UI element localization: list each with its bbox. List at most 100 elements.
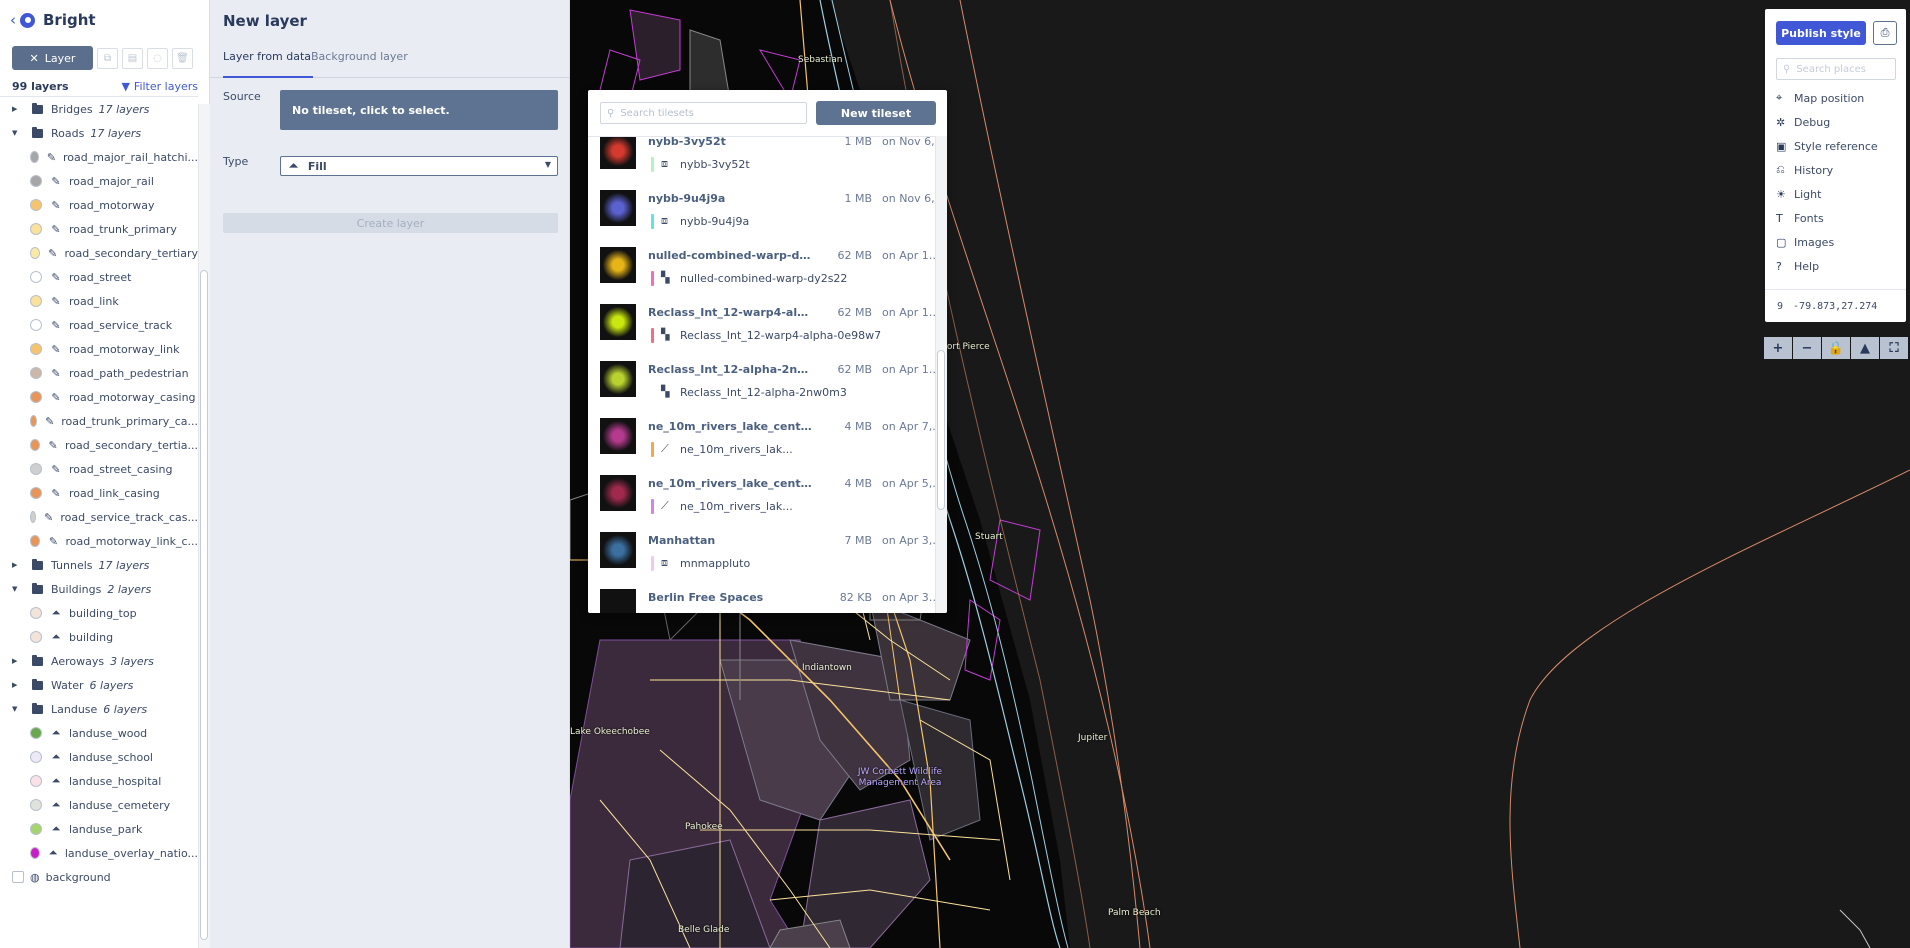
layer-item[interactable]: ✎ road_trunk_primary — [0, 217, 198, 241]
tileset-name[interactable]: nybb-9u4j9a — [648, 192, 813, 205]
fullscreen-icon[interactable]: ⛶ — [1880, 337, 1908, 359]
group-count: 6 layers — [103, 702, 148, 716]
layer-item[interactable]: ✎ road_service_track_cas... — [0, 505, 198, 529]
caret-right-icon[interactable]: ▶ — [12, 105, 24, 113]
create-layer-button[interactable]: Create layer — [223, 213, 558, 233]
caret-right-icon[interactable]: ▶ — [12, 681, 24, 689]
tileset-item[interactable]: nybb-3vy52t1 MBon Nov 6, 2017⧈nybb-3vy52… — [588, 137, 935, 186]
compass-icon[interactable]: ▲ — [1851, 337, 1879, 359]
tileset-name[interactable]: Manhattan — [648, 534, 813, 547]
chevron-left-icon[interactable]: ‹ — [10, 12, 16, 28]
tileset-name[interactable]: nybb-3vy52t — [648, 137, 813, 148]
layer-item[interactable]: ⏶ landuse_school — [0, 745, 198, 769]
layer-item[interactable]: ⏶ landuse_wood — [0, 721, 198, 745]
tileset-name[interactable]: nulled-combined-warp-dy2... — [648, 249, 813, 262]
tab-background-layer[interactable]: Background layer — [311, 40, 408, 78]
layer-item[interactable]: ✎ road_path_pedestrian — [0, 361, 198, 385]
layer-group[interactable]: ▶ Tunnels 17 layers — [0, 553, 198, 577]
layer-item[interactable]: ✎ road_motorway_link — [0, 337, 198, 361]
caret-right-icon[interactable]: ▶ — [12, 561, 24, 569]
tileset-item[interactable]: Manhattan7 MBon Apr 3, 2016⧈mnmappluto — [588, 528, 935, 585]
layer-group[interactable]: ▶ Bridges 17 layers — [0, 97, 198, 121]
layer-item[interactable]: ✎ road_motorway — [0, 193, 198, 217]
tileset-search-input[interactable]: ⚲ Search tilesets — [600, 102, 807, 124]
sidebar-scrollbar[interactable] — [200, 270, 208, 940]
layer-item[interactable]: ⏶ building_top — [0, 601, 198, 625]
layer-close-button[interactable]: ✕ Layer — [12, 46, 93, 70]
search-places-input[interactable]: ⚲ Search places — [1776, 58, 1896, 80]
layer-item[interactable]: ✎ road_link — [0, 289, 198, 313]
filter-layers-link[interactable]: ▼ Filter layers — [121, 80, 198, 93]
layer-item[interactable]: ✎ road_major_rail — [0, 169, 198, 193]
menu-item-map-position[interactable]: ⌖ Map position — [1776, 89, 1864, 107]
source-layer-name[interactable]: nybb-3vy52t — [680, 158, 750, 171]
hide-layer-icon[interactable]: ◌ — [147, 47, 168, 69]
caret-down-icon[interactable]: ▼ — [12, 129, 24, 137]
type-select[interactable]: ⏶ Fill ▼ — [280, 156, 558, 176]
layer-item[interactable]: ⏶ building — [0, 625, 198, 649]
tileset-list: nybb-3vy52t1 MBon Nov 6, 2017⧈nybb-3vy52… — [588, 136, 935, 613]
publish-style-button[interactable]: Publish style — [1776, 21, 1866, 45]
lock-icon[interactable]: 🔒 — [1822, 337, 1850, 359]
caret-down-icon[interactable]: ▼ — [12, 705, 24, 713]
layer-group[interactable]: ▶ Water 6 layers — [0, 673, 198, 697]
tileset-item[interactable]: Reclass_Int_12-alpha-2nw0... 62 MB on Apr … — [588, 357, 935, 414]
source-layer-name[interactable]: ne_10m_rivers_lak... — [680, 500, 793, 513]
tileset-item[interactable]: nulled-combined-warp-dy2... 62 MB on Apr 1… — [588, 243, 935, 300]
menu-item-help[interactable]: ? Help — [1776, 257, 1819, 275]
source-layer-name[interactable]: Reclass_Int_12-warp4-alpha-0e98w7 — [680, 329, 881, 342]
tileset-scrollbar[interactable] — [937, 350, 945, 510]
delete-layer-icon[interactable]: 🗑 — [172, 47, 193, 69]
tileset-item[interactable]: Reclass_Int_12-warp4-alpha-0...62 MBon A… — [588, 300, 935, 357]
menu-item-debug[interactable]: ✲ Debug — [1776, 113, 1830, 131]
source-layer-name[interactable]: nulled-combined-warp-dy2s22 — [680, 272, 847, 285]
layer-item[interactable]: ⏶ landuse_hospital — [0, 769, 198, 793]
tileset-name[interactable]: ne_10m_rivers_lake_centerline-... — [648, 477, 813, 490]
tab-layer-from-data[interactable]: Layer from data — [223, 40, 314, 78]
layer-group[interactable]: ▶ Aeroways 3 layers — [0, 649, 198, 673]
source-layer-name[interactable]: ne_10m_rivers_lak... — [680, 443, 793, 456]
zoom-out-button[interactable]: − — [1793, 337, 1821, 359]
layer-item[interactable]: ✎ road_link_casing — [0, 481, 198, 505]
tileset-item[interactable]: ne_10m_rivers_lake_centerline-0...4 MBon… — [588, 414, 935, 471]
tileset-name[interactable]: ne_10m_rivers_lake_centerline-0... — [648, 420, 813, 433]
new-tileset-button[interactable]: New tileset — [816, 101, 936, 125]
layer-item-background[interactable]: ◍ background — [0, 865, 198, 889]
menu-item-history[interactable]: ⎌ History — [1776, 161, 1833, 179]
layer-group[interactable]: ▼ Landuse 6 layers — [0, 697, 198, 721]
source-select-button[interactable]: No tileset, click to select. — [280, 90, 558, 130]
tileset-name[interactable]: Berlin Free Spaces — [648, 591, 813, 604]
source-layer-name[interactable]: mnmappluto — [680, 557, 750, 570]
caret-down-icon[interactable]: ▼ — [12, 585, 24, 593]
layer-item[interactable]: ✎ road_service_track — [0, 313, 198, 337]
menu-item-images[interactable]: ▢ Images — [1776, 233, 1834, 251]
source-layer-name[interactable]: nybb-9u4j9a — [680, 215, 749, 228]
group-layer-icon[interactable]: ▤ — [122, 47, 143, 69]
copy-layer-icon[interactable]: ⧉ — [97, 47, 118, 69]
source-layer-name[interactable]: Reclass_Int_12-alpha-2nw0m3 — [680, 386, 847, 399]
layer-item[interactable]: ✎ road_street — [0, 265, 198, 289]
zoom-in-button[interactable]: + — [1764, 337, 1792, 359]
layer-item[interactable]: ✎ road_street_casing — [0, 457, 198, 481]
layer-item[interactable]: ⏶ landuse_cemetery — [0, 793, 198, 817]
tileset-name[interactable]: Reclass_Int_12-warp4-alpha-0... — [648, 306, 813, 319]
menu-item-fonts[interactable]: T Fonts — [1776, 209, 1824, 227]
caret-right-icon[interactable]: ▶ — [12, 657, 24, 665]
layer-item[interactable]: ✎ road_major_rail_hatchi... — [0, 145, 198, 169]
menu-item-style-reference[interactable]: ▣ Style reference — [1776, 137, 1878, 155]
menu-item-light[interactable]: ☀ Light — [1776, 185, 1821, 203]
layer-item[interactable]: ⏶ landuse_park — [0, 817, 198, 841]
tileset-name[interactable]: Reclass_Int_12-alpha-2nw0... — [648, 363, 813, 376]
tileset-item[interactable]: Berlin Free Spaces82 KBon Apr 30, 2015⧈ — [588, 585, 935, 613]
layer-item[interactable]: ✎ road_motorway_link_c... — [0, 529, 198, 553]
layer-item[interactable]: ⏶ landuse_overlay_natio... — [0, 841, 198, 865]
layer-item[interactable]: ✎ road_trunk_primary_ca... — [0, 409, 198, 433]
print-icon[interactable]: ⎙ — [1873, 21, 1897, 45]
layer-group[interactable]: ▼ Buildings 2 layers — [0, 577, 198, 601]
layer-item[interactable]: ✎ road_secondary_tertiary — [0, 241, 198, 265]
layer-group[interactable]: ▼ Roads 17 layers — [0, 121, 198, 145]
tileset-item[interactable]: nybb-9u4j9a1 MBon Nov 6, 2017⧈nybb-9u4j9… — [588, 186, 935, 243]
layer-item[interactable]: ✎ road_motorway_casing — [0, 385, 198, 409]
tileset-item[interactable]: ne_10m_rivers_lake_centerline-...4 MBon … — [588, 471, 935, 528]
layer-item[interactable]: ✎ road_secondary_tertia... — [0, 433, 198, 457]
